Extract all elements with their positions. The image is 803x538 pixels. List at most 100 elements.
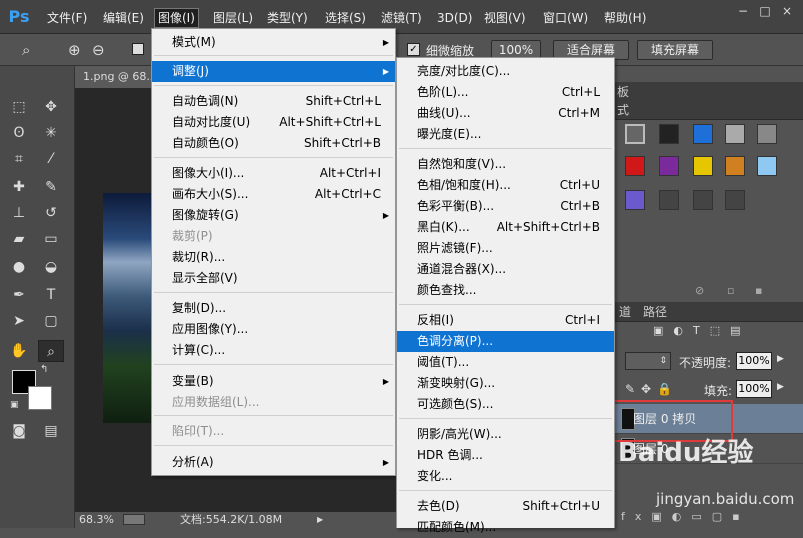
menu-window[interactable]: 窗口(W) bbox=[540, 9, 591, 27]
top-panel-tab[interactable]: 板 bbox=[617, 82, 629, 102]
screen-mode-icon[interactable]: ▤ bbox=[38, 420, 64, 442]
magic-wand-icon[interactable]: ✳ bbox=[38, 122, 64, 144]
menu-help[interactable]: 帮助(H) bbox=[601, 9, 649, 27]
image-menu-item[interactable]: 自动对比度(U) Alt+Shift+Ctrl+L bbox=[152, 112, 395, 133]
document-tab[interactable]: 1.png @ 68.3 bbox=[75, 66, 155, 88]
style-swatch[interactable] bbox=[757, 124, 777, 144]
maximize-icon[interactable]: □ bbox=[758, 4, 772, 18]
image-menu-item[interactable]: 应用图像(Y)... bbox=[152, 319, 395, 340]
style-swatch[interactable] bbox=[725, 124, 745, 144]
dodge-tool-icon[interactable]: ◒ bbox=[38, 256, 64, 278]
adjust-menu-item[interactable]: 自然饱和度(V)... bbox=[397, 154, 614, 175]
zoom-tool-icon[interactable]: ⌕ bbox=[38, 340, 64, 362]
adjust-menu-item[interactable]: 色阶(L)... Ctrl+L bbox=[397, 82, 614, 103]
menu-3d[interactable]: 3D(D) bbox=[434, 9, 475, 27]
adjust-menu-item[interactable]: 渐变映射(G)... bbox=[397, 373, 614, 394]
image-menu-item[interactable]: 图像大小(I)... Alt+Ctrl+I bbox=[152, 163, 395, 184]
resize-windows-checkbox[interactable] bbox=[132, 43, 144, 55]
style-swatch[interactable] bbox=[625, 124, 645, 144]
style-swatch[interactable] bbox=[625, 156, 645, 176]
channels-tab[interactable]: 道 bbox=[619, 302, 631, 322]
zoom-out-icon[interactable]: ⊖ bbox=[92, 41, 105, 59]
brush-tool-icon[interactable]: ✎ bbox=[38, 176, 64, 198]
pen-tool-icon[interactable]: ✒ bbox=[6, 284, 32, 306]
healing-brush-icon[interactable]: ✚ bbox=[6, 176, 32, 198]
default-colors-icon[interactable]: ▣ bbox=[10, 400, 19, 410]
menu-image[interactable]: 图像(I) bbox=[154, 8, 199, 28]
style-swatch[interactable] bbox=[693, 190, 713, 210]
style-swatch[interactable] bbox=[693, 124, 713, 144]
menu-select[interactable]: 选择(S) bbox=[322, 9, 369, 27]
eraser-tool-icon[interactable]: ▰ bbox=[6, 228, 32, 250]
close-icon[interactable]: × bbox=[780, 4, 794, 18]
adjust-menu-item[interactable]: 照片滤镜(F)... bbox=[397, 238, 614, 259]
adjust-menu-item[interactable]: 阈值(T)... bbox=[397, 352, 614, 373]
adjust-menu-item[interactable]: 曝光度(E)... bbox=[397, 124, 614, 145]
status-zoom[interactable]: 68.3% bbox=[79, 512, 114, 528]
background-color[interactable] bbox=[28, 386, 52, 410]
image-menu-item[interactable]: 计算(C)... bbox=[152, 340, 395, 361]
style-swatch[interactable] bbox=[693, 156, 713, 176]
status-arrow-icon[interactable]: ▶ bbox=[317, 512, 323, 528]
blur-tool-icon[interactable]: ● bbox=[6, 256, 32, 278]
paths-tab[interactable]: 路径 bbox=[643, 302, 667, 322]
gradient-tool-icon[interactable]: ▭ bbox=[38, 228, 64, 250]
image-menu-item[interactable]: 分析(A) ▶ bbox=[152, 452, 395, 473]
new-style-icon[interactable]: ▫ bbox=[727, 284, 734, 297]
adjust-menu-item[interactable]: 变化... bbox=[397, 466, 614, 487]
quick-mask-icon[interactable]: ◙ bbox=[6, 420, 32, 442]
adjust-menu-item[interactable]: 可选颜色(S)... bbox=[397, 394, 614, 415]
lasso-tool-icon[interactable]: ʘ bbox=[6, 122, 32, 144]
swap-colors-icon[interactable]: ↰ bbox=[40, 364, 48, 375]
style-swatch[interactable] bbox=[659, 156, 679, 176]
blend-mode-dropdown[interactable]: ⇕ bbox=[625, 352, 671, 370]
adjust-menu-item[interactable]: HDR 色调... bbox=[397, 445, 614, 466]
adjust-menu-item[interactable]: 通道混合器(X)... bbox=[397, 259, 614, 280]
image-menu-item-adjust[interactable]: 调整(J) ▶ bbox=[152, 61, 395, 82]
style-swatch[interactable] bbox=[659, 190, 679, 210]
delete-icon[interactable]: ⊘ bbox=[695, 284, 704, 297]
style-swatch[interactable] bbox=[757, 156, 777, 176]
adjust-menu-item[interactable]: 阴影/高光(W)... bbox=[397, 424, 614, 445]
adjust-menu-item[interactable]: 曲线(U)... Ctrl+M bbox=[397, 103, 614, 124]
image-menu-item[interactable]: 裁切(R)... bbox=[152, 247, 395, 268]
crop-tool-icon[interactable]: ⌗ bbox=[6, 148, 32, 170]
style-swatch[interactable] bbox=[659, 124, 679, 144]
move-tool-icon[interactable]: ✥ bbox=[38, 96, 64, 118]
menu-filter[interactable]: 滤镜(T) bbox=[378, 9, 425, 27]
fill-input[interactable]: 100% bbox=[736, 380, 772, 398]
image-menu-item[interactable]: 自动颜色(O) Shift+Ctrl+B bbox=[152, 133, 395, 154]
style-swatch[interactable] bbox=[725, 156, 745, 176]
path-select-icon[interactable]: ➤ bbox=[6, 310, 32, 332]
layer-filter-icons[interactable]: ▣◐T⬚▤ bbox=[653, 324, 751, 337]
fill-arrow-icon[interactable]: ▶ bbox=[777, 382, 784, 392]
image-menu-item[interactable]: 自动色调(N) Shift+Ctrl+L bbox=[152, 91, 395, 112]
adjust-menu-item[interactable]: 色相/饱和度(H)... Ctrl+U bbox=[397, 175, 614, 196]
adjust-menu-item[interactable]: 去色(D) Shift+Ctrl+U bbox=[397, 496, 614, 517]
adjust-menu-item[interactable]: 亮度/对比度(C)... bbox=[397, 61, 614, 82]
style-swatch[interactable] bbox=[725, 190, 745, 210]
zoom-tool-icon[interactable]: ⌕ bbox=[22, 41, 30, 59]
stamp-tool-icon[interactable]: ⊥ bbox=[6, 202, 32, 224]
marquee-tool-icon[interactable]: ⬚ bbox=[6, 96, 32, 118]
image-menu-item[interactable]: 模式(M) ▶ bbox=[152, 32, 395, 53]
zoom-in-icon[interactable]: ⊕ bbox=[68, 41, 81, 59]
image-menu-item[interactable]: 复制(D)... bbox=[152, 298, 395, 319]
image-menu-item[interactable]: 变量(B) ▶ bbox=[152, 371, 395, 392]
styles-tab[interactable]: 式 bbox=[617, 100, 629, 120]
menu-edit[interactable]: 编辑(E) bbox=[100, 9, 147, 27]
type-tool-icon[interactable]: T bbox=[38, 284, 64, 306]
lock-icons[interactable]: ✎✥🔒 bbox=[625, 382, 678, 396]
scrubby-zoom-checkbox[interactable]: ✓ bbox=[407, 43, 420, 56]
adjust-menu-item[interactable]: 黑白(K)... Alt+Shift+Ctrl+B bbox=[397, 217, 614, 238]
history-brush-icon[interactable]: ↺ bbox=[38, 202, 64, 224]
trash-icon[interactable]: ▪ bbox=[755, 284, 762, 297]
menu-view[interactable]: 视图(V) bbox=[481, 9, 529, 27]
image-menu-item[interactable]: 画布大小(S)... Alt+Ctrl+C bbox=[152, 184, 395, 205]
menu-layer[interactable]: 图层(L) bbox=[210, 9, 256, 27]
adjust-menu-item[interactable]: 反相(I) Ctrl+I bbox=[397, 310, 614, 331]
adjust-menu-item[interactable]: 颜色查找... bbox=[397, 280, 614, 301]
menu-file[interactable]: 文件(F) bbox=[44, 9, 90, 27]
adjust-menu-item-posterize[interactable]: 色调分离(P)... bbox=[397, 331, 614, 352]
menu-type[interactable]: 类型(Y) bbox=[264, 9, 311, 27]
